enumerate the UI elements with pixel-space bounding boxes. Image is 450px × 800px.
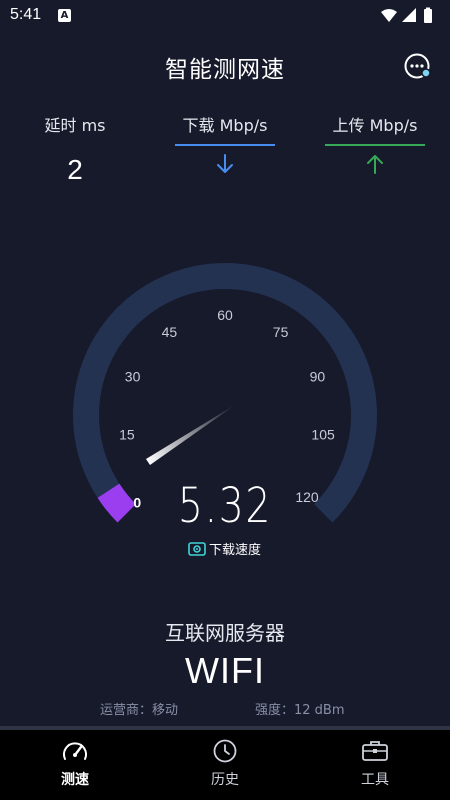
speed-label: 下载速度: [209, 543, 262, 558]
tab-tools[interactable]: 工具: [300, 730, 450, 800]
speedometer-icon: [63, 742, 87, 760]
tab-tools-label: 工具: [361, 772, 389, 788]
cell-signal-icon: [402, 8, 416, 22]
download-speed-icon: [188, 541, 206, 556]
notification-icon: A: [58, 9, 71, 22]
page-title: 智能测网速: [165, 57, 285, 83]
upload-metric: 上传 Mbp/s: [322, 112, 428, 178]
clock-icon: [213, 739, 237, 763]
gauge-tick-label: 60: [217, 307, 233, 323]
latency-metric: 延时 ms 2: [25, 112, 125, 186]
gauge-tick-label: 90: [310, 369, 326, 385]
network-type: WIFI: [185, 650, 265, 691]
tab-speed-test-label: 测速: [61, 772, 89, 788]
gauge-progress: [97, 483, 137, 523]
speed-value: 5.32: [177, 478, 273, 534]
battery-icon: [424, 9, 432, 23]
gauge-needle: [146, 403, 238, 465]
gauge-tick-label: 75: [273, 324, 289, 340]
download-arrow-icon: [170, 152, 280, 178]
gauge-progress-arc: [97, 483, 137, 523]
upload-arrow-icon: [322, 152, 428, 178]
download-metric: 下载 Mbp/s: [170, 112, 280, 178]
gauge-tick-label: 105: [311, 427, 335, 443]
server-section: 互联网服务器 WIFI: [0, 617, 450, 692]
carrier-info: 运营商：移动: [100, 703, 179, 718]
tab-history[interactable]: 历史: [150, 730, 300, 800]
more-options-button[interactable]: [403, 52, 431, 80]
download-label: 下载 Mbp/s: [182, 116, 268, 135]
upload-label: 上传 Mbp/s: [332, 116, 418, 135]
speed-caption: 下载速度: [188, 539, 261, 558]
tab-speed-test[interactable]: 测速: [0, 730, 150, 800]
toolbox-icon: [362, 741, 388, 761]
gauge-tick-label: 45: [162, 324, 178, 340]
bottom-tab-bar: 测速 历史 工具: [0, 730, 450, 800]
latency-label: 延时 ms: [44, 116, 106, 135]
status-time: 5:41: [10, 6, 42, 23]
signal-strength: 强度：12 dBm: [255, 703, 345, 718]
gauge-tick-label: 30: [125, 369, 141, 385]
more-options-icon: [404, 53, 431, 79]
latency-value: 2: [67, 154, 83, 185]
system-icons: [380, 7, 442, 29]
tab-history-label: 历史: [211, 772, 239, 788]
gauge-tick-label: 0: [133, 495, 141, 511]
upload-underline: [325, 144, 425, 146]
gauge-tick-label: 15: [119, 427, 135, 443]
download-underline: [175, 144, 275, 146]
server-title: 互联网服务器: [165, 621, 285, 645]
gauge-tick-label: 120: [295, 489, 319, 505]
status-bar: 5:41 A: [0, 0, 450, 32]
wifi-icon: [381, 9, 397, 22]
